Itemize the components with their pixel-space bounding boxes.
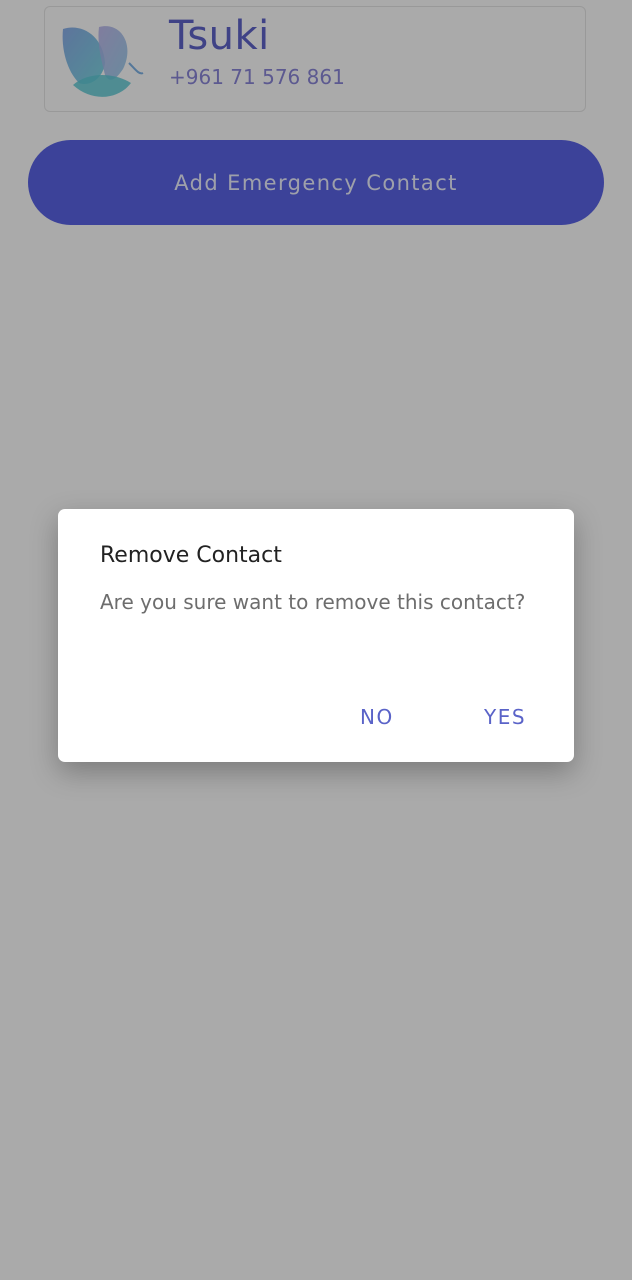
screen: Tsuki +961 71 576 861 Add Emergency Cont… [0, 0, 632, 1280]
dialog-title: Remove Contact [100, 543, 282, 568]
no-button[interactable]: NO [354, 701, 400, 733]
remove-contact-dialog: Remove Contact Are you sure want to remo… [58, 509, 574, 762]
yes-button[interactable]: YES [478, 701, 532, 733]
dialog-message: Are you sure want to remove this contact… [100, 590, 526, 614]
